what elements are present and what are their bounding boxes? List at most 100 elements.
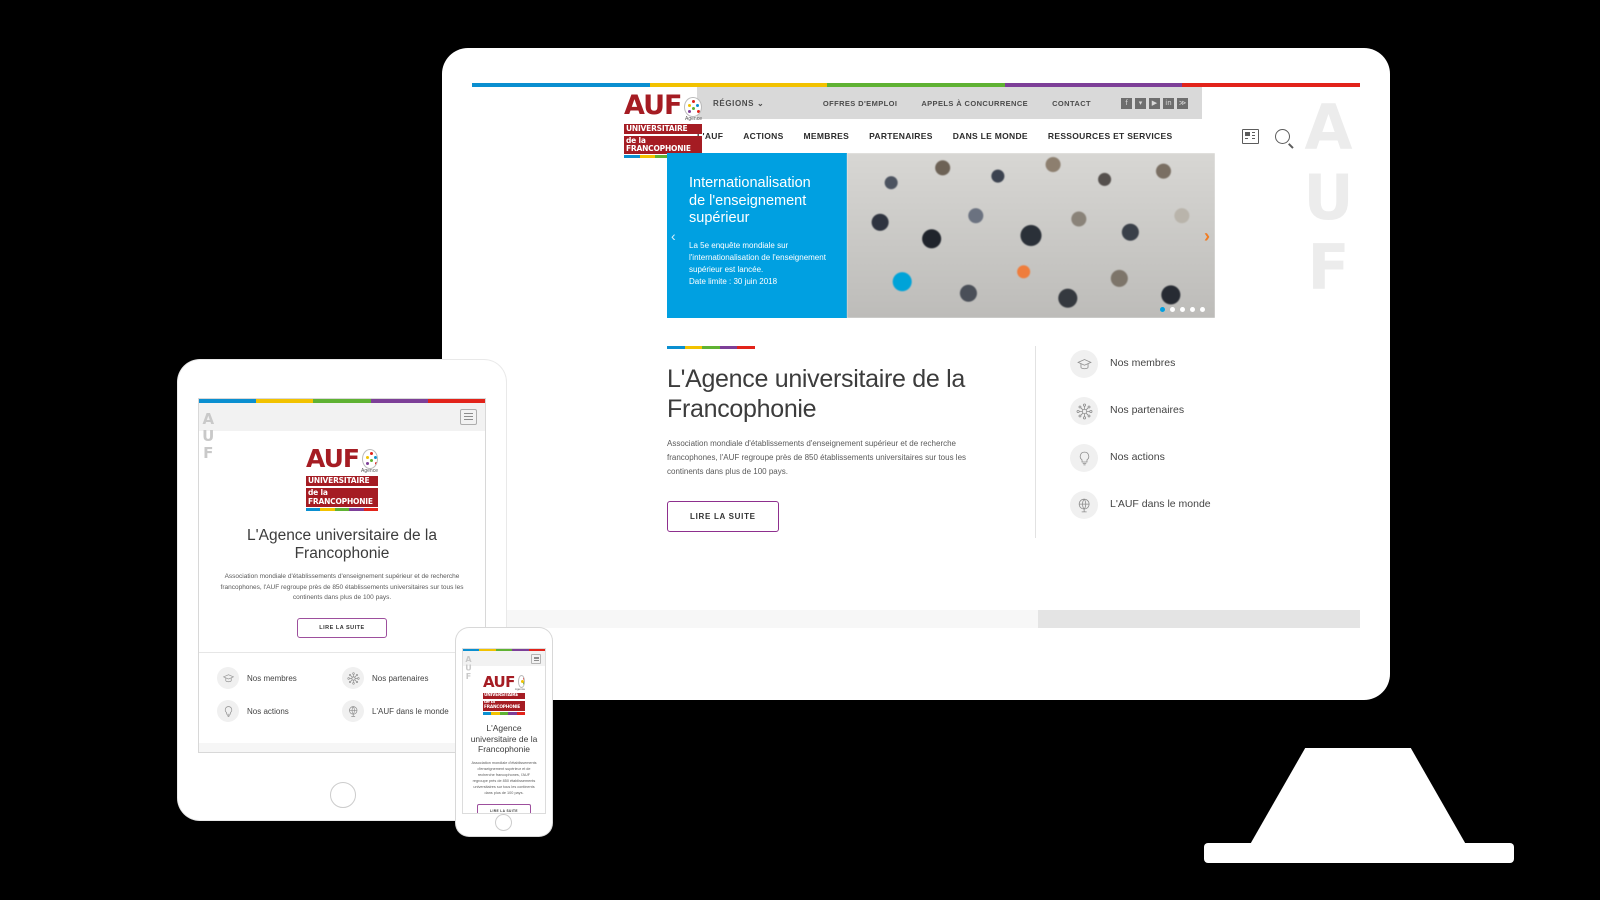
hamburger-menu-icon[interactable]	[531, 654, 541, 664]
logo-acronym: AUF	[306, 444, 360, 473]
phone-screen: AUF AUF Agence UNIVERSITAIRE de la FRANC…	[462, 648, 546, 814]
logo-line2: de la FRANCOPHONIE	[624, 135, 702, 155]
chevron-down-icon: ⌄	[756, 98, 765, 108]
auf-website-tablet: AUF AUF Agence UNIVERSITAIRE de la FRANC…	[199, 399, 485, 752]
tablet-read-more-button[interactable]: LIRE LA SUITE	[297, 618, 387, 639]
auf-website-phone: AUF AUF Agence UNIVERSITAIRE de la FRANC…	[463, 649, 545, 813]
facebook-icon[interactable]: f	[1121, 97, 1132, 109]
quicklink-membres[interactable]: Nos membres	[217, 667, 342, 690]
tablet-quicklinks: Nos membres Nos partenaires Nos actions	[199, 653, 485, 743]
logo-color-stripe	[306, 507, 379, 511]
carousel-dot-5[interactable]	[1200, 307, 1205, 312]
quicklink-label: Nos membres	[247, 673, 297, 683]
quicklink-actions[interactable]: Nos actions	[1070, 444, 1215, 472]
quicklink-membres[interactable]: Nos membres	[1070, 350, 1215, 378]
nav-item-partenaires[interactable]: PARTENAIRES	[869, 131, 933, 141]
quicklink-label: L'AUF dans le monde	[372, 706, 449, 716]
intro-section: L'Agence universitaire de la Francophoni…	[667, 346, 1215, 538]
linkedin-icon[interactable]: in	[1163, 97, 1174, 109]
phone-home-button[interactable]	[495, 814, 512, 831]
search-icon[interactable]	[1275, 128, 1290, 144]
phone-auf-watermark: AUF	[464, 655, 473, 681]
network-nodes-icon	[342, 667, 364, 690]
monitor-stand-neck	[1248, 748, 1468, 848]
quicklink-partenaires[interactable]: Nos partenaires	[342, 667, 467, 690]
topbar-link-tenders[interactable]: APPELS À CONCURRENCE	[921, 99, 1028, 108]
intro-body: Association mondiale d'établissements d'…	[667, 439, 967, 476]
logo-wordmark-row: AUF	[624, 90, 702, 121]
twitter-icon[interactable]: ▾	[1135, 97, 1146, 109]
desktop-screen: AUF RÉGIONS ⌄ OFFRES D'EMPLOI APPELS À C…	[472, 83, 1360, 628]
carousel-dot-3[interactable]	[1180, 307, 1185, 312]
quicklink-actions[interactable]: Nos actions	[217, 700, 342, 723]
carousel-dot-4[interactable]	[1190, 307, 1195, 312]
nav-item-membres[interactable]: MEMBRES	[804, 131, 850, 141]
quicklink-label: Nos membres	[1110, 357, 1176, 370]
quicklink-label: Nos partenaires	[372, 673, 429, 683]
quicklink-monde[interactable]: L'AUF dans le monde	[342, 700, 467, 723]
tablet-screen: AUF AUF Agence UNIVERSITAIRE de la FRANC…	[198, 398, 486, 753]
social-links: f ▾ ▶ in ≫	[1121, 97, 1188, 109]
tablet-header: AUF	[199, 403, 485, 461]
carousel-next-arrow[interactable]: ›	[1204, 227, 1210, 245]
tablet-home-button[interactable]	[330, 782, 356, 808]
section-color-rule	[667, 346, 755, 349]
phone-read-more-button[interactable]: LIRE LA SUITE	[477, 804, 531, 813]
phone-header: AUF	[463, 651, 545, 680]
topbar-link-jobs[interactable]: OFFRES D'EMPLOI	[823, 99, 897, 108]
auf-logo[interactable]: AUF Agence UNIVERSITAIRE de la FRANCOPHO…	[624, 90, 702, 159]
topbar-link-contact[interactable]: CONTACT	[1052, 99, 1091, 108]
logo-acronym: AUF	[483, 673, 515, 691]
phone-page-title: L'Agence universitaire de la Francophoni…	[470, 723, 538, 755]
regions-dropdown[interactable]: RÉGIONS ⌄	[697, 99, 764, 108]
carousel-dot-1[interactable]	[1160, 307, 1165, 312]
carousel-dot-2[interactable]	[1170, 307, 1175, 312]
phone-mockup: AUF AUF Agence UNIVERSITAIRE de la FRANC…	[456, 628, 552, 836]
network-nodes-icon	[1070, 397, 1098, 425]
hero-body: La 5e enquête mondiale sur l'internation…	[689, 241, 826, 287]
logo-wordmark-row: AUF	[483, 673, 525, 691]
auf-website-desktop: AUF RÉGIONS ⌄ OFFRES D'EMPLOI APPELS À C…	[472, 83, 1360, 628]
globe-stand-icon	[342, 700, 364, 723]
quicklink-partenaires[interactable]: Nos partenaires	[1070, 397, 1215, 425]
newspaper-icon[interactable]	[1242, 128, 1259, 144]
scrollbar-thumb[interactable]	[1038, 610, 1360, 628]
nav-item-actions[interactable]: ACTIONS	[743, 131, 783, 141]
nav-item-ressources[interactable]: RESSOURCES ET SERVICES	[1048, 131, 1173, 141]
lightbulb-icon	[1070, 444, 1098, 472]
rss-icon[interactable]: ≫	[1177, 97, 1188, 109]
device-mockup-scene: AUF RÉGIONS ⌄ OFFRES D'EMPLOI APPELS À C…	[0, 0, 1600, 900]
nav-item-dans-le-monde[interactable]: DANS LE MONDE	[953, 131, 1028, 141]
carousel-prev-arrow[interactable]: ‹	[671, 229, 676, 243]
nav-icon-group	[1242, 128, 1290, 144]
graduation-cap-icon	[1070, 350, 1098, 378]
regions-label: RÉGIONS	[713, 98, 755, 108]
read-more-button[interactable]: LIRE LA SUITE	[667, 501, 779, 532]
tablet-auf-watermark: AUF	[199, 410, 218, 461]
logo-line2: de la FRANCOPHONIE	[483, 700, 525, 712]
tablet-news-section: Actualités 3ème édition de l'Initiative …	[199, 743, 485, 752]
main-navigation: L'AUF ACTIONS MEMBRES PARTENAIRES DANS L…	[697, 119, 1360, 153]
quicklink-label: L'AUF dans le monde	[1110, 498, 1211, 511]
youtube-icon[interactable]: ▶	[1149, 97, 1160, 109]
page-scrollbar[interactable]	[472, 610, 1360, 628]
logo-acronym: AUF	[624, 90, 682, 121]
logo-line1: UNIVERSITAIRE	[306, 476, 378, 487]
globe-stand-icon	[1070, 491, 1098, 519]
logo-line2: de la FRANCOPHONIE	[306, 488, 378, 507]
logo-line1: UNIVERSITAIRE	[624, 123, 702, 134]
utility-topbar: RÉGIONS ⌄ OFFRES D'EMPLOI APPELS À CONCU…	[697, 87, 1202, 119]
tablet-auf-logo[interactable]: AUF Agence UNIVERSITAIRE de la FRANCOPHO…	[306, 444, 379, 511]
hero-caption: Internationalisation de l'enseignement s…	[667, 153, 847, 318]
phone-auf-logo[interactable]: AUF Agence UNIVERSITAIRE de la FRANCOPHO…	[483, 673, 526, 716]
hero-title: Internationalisation de l'enseignement s…	[689, 175, 811, 227]
quicklinks-column: Nos membres Nos partenaires Nos actions …	[1035, 346, 1215, 538]
logo-line1: UNIVERSITAIRE	[483, 693, 525, 699]
quicklink-monde[interactable]: L'AUF dans le monde	[1070, 491, 1215, 519]
hamburger-menu-icon[interactable]	[460, 409, 477, 425]
quicklink-label: Nos actions	[247, 706, 289, 716]
lightbulb-icon	[217, 700, 239, 723]
page-title: L'Agence universitaire de la Francophoni…	[667, 365, 965, 423]
logo-wordmark-row: AUF	[306, 444, 378, 473]
hero-carousel[interactable]: Internationalisation de l'enseignement s…	[667, 153, 1215, 318]
